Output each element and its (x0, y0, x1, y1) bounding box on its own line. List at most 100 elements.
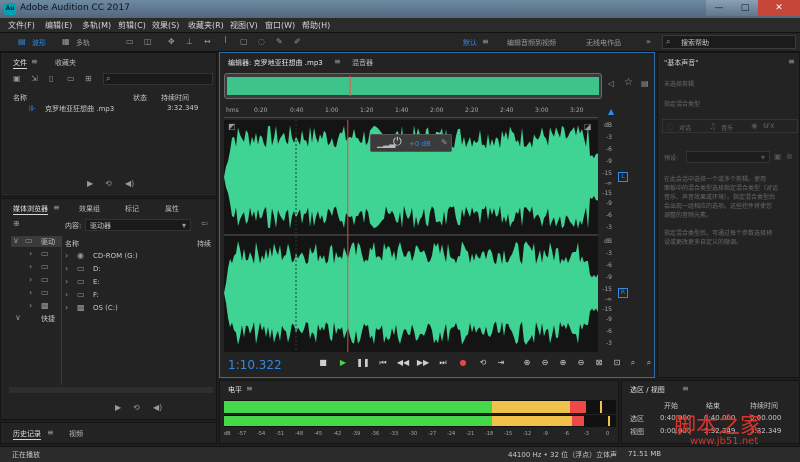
close-file-icon[interactable]: ▭ (67, 74, 75, 84)
close-button[interactable]: ✕ (758, 0, 800, 16)
selection-view-title[interactable]: 选区 / 视图 (630, 385, 665, 395)
play-icon[interactable]: ▶ (115, 403, 121, 413)
list-item[interactable]: › ▭ E: (63, 277, 213, 289)
category-sfx[interactable]: SFX (763, 123, 774, 130)
chevron-right-icon[interactable]: › (29, 288, 32, 298)
level-meter-title[interactable]: 电平 (228, 385, 242, 395)
menu-favorites[interactable]: 收藏夹(R) (188, 20, 224, 31)
rewind-button[interactable]: ◀◀ (396, 357, 410, 369)
record-button[interactable]: ● (456, 357, 470, 369)
files-search-input[interactable]: ⌕ (103, 73, 213, 85)
spot-healing-icon[interactable]: ✐ (294, 37, 301, 47)
zoom-to-selection-icon[interactable]: ◁ (608, 79, 614, 89)
zoom-out-time-icon[interactable]: ⊖ (574, 357, 588, 369)
brush-tool-icon[interactable]: ✎ (276, 37, 283, 47)
loop-icon[interactable]: ⟲ (105, 179, 112, 189)
category-dialogue[interactable]: 对话 (679, 123, 691, 132)
spectral-display-icon[interactable]: ▭ (126, 37, 134, 47)
save-preset-icon[interactable]: ▣ (774, 152, 782, 162)
tab-effects-rack[interactable]: 效果组 (79, 204, 100, 214)
menu-clip[interactable]: 剪辑(C) (118, 20, 146, 31)
zoom-out-full-icon[interactable]: ⊠ (592, 357, 606, 369)
channel-left-toggle[interactable]: L (618, 172, 628, 182)
column-duration[interactable]: 持续时间 (161, 93, 189, 103)
loop-playback-button[interactable]: ⟲ (476, 357, 490, 369)
play-icon[interactable]: ▶ (87, 179, 93, 189)
search-help-box[interactable]: ⌕ 搜索帮助 (662, 35, 796, 49)
pitch-display-icon[interactable]: ◫ (144, 37, 152, 47)
zoom-out-amplitude-icon[interactable]: ⊖ (538, 357, 552, 369)
pause-button[interactable]: ❚❚ (356, 357, 370, 369)
open-file-icon[interactable]: ▣ (13, 74, 21, 84)
tree-label-shortcuts[interactable]: 快捷 (41, 314, 55, 324)
chevron-right-icon[interactable]: › (29, 275, 32, 285)
workspace-edit-audio-to-video[interactable]: 编辑音频到视频 (507, 38, 556, 48)
insert-icon[interactable]: ⊞ (85, 74, 92, 84)
workspace-radio-production[interactable]: 无线电作品 (586, 38, 621, 48)
razor-tool-icon[interactable]: ⊥ (186, 37, 193, 47)
maximize-button[interactable]: □ (732, 0, 758, 16)
move-to-previous-button[interactable]: ⏮ (376, 357, 390, 369)
volume-knob-icon[interactable]: ⏻ (393, 136, 402, 147)
essential-sound-title[interactable]: "基本声音" (664, 58, 698, 68)
tab-favorites[interactable]: 收藏夹 (55, 58, 76, 68)
minimize-button[interactable]: — (706, 0, 732, 16)
panel-menu-icon[interactable]: ≡ (788, 57, 795, 67)
favorite-star-icon[interactable]: ☆ (624, 78, 633, 88)
ruler-settings-icon[interactable]: ▲ (608, 107, 614, 117)
autoplay-icon[interactable]: ◀) (153, 403, 162, 413)
workspace-overflow-icon[interactable]: » (646, 37, 651, 47)
hud-volume[interactable]: ▁▂▃ ⏻ +0 dB ✎ (370, 134, 452, 152)
content-dropdown[interactable]: 驱动器 ▾ (85, 219, 191, 231)
stop-button[interactable]: ■ (316, 357, 330, 369)
column-name[interactable]: 名称 (65, 239, 79, 249)
multitrack-view-button[interactable]: 多轨 (76, 38, 90, 48)
list-item[interactable]: › ◉ CD-ROM (G:) (63, 251, 213, 263)
loop-icon[interactable]: ⟲ (133, 403, 140, 413)
workspace-default[interactable]: 默认 (463, 38, 477, 48)
new-file-icon[interactable]: ▯ (49, 74, 53, 84)
add-shortcut-icon[interactable]: ⊕ (13, 219, 20, 229)
workspace-menu-icon[interactable]: ≡ (482, 37, 489, 47)
waveform-view-icon[interactable]: ▤ (18, 37, 26, 47)
history-panel-menu-icon[interactable]: ≡ (47, 428, 54, 438)
files-panel-menu-icon[interactable]: ≡ (31, 57, 38, 67)
marquee-tool-icon[interactable]: ▢ (240, 37, 248, 47)
back-arrow-icon[interactable]: ⇦ (201, 219, 208, 229)
level-panel-menu-icon[interactable]: ≡ (246, 384, 253, 394)
media-panel-menu-icon[interactable]: ≡ (53, 203, 60, 213)
tab-mixer[interactable]: 混音器 (352, 58, 373, 68)
lasso-tool-icon[interactable]: ◌ (258, 37, 265, 47)
horizontal-scrollbar[interactable] (9, 387, 213, 393)
chevron-right-icon[interactable]: › (29, 249, 32, 259)
tab-media-browser[interactable]: 媒体浏览器 (13, 204, 48, 215)
list-item[interactable]: › ▩ OS (C:) (63, 303, 213, 315)
delete-preset-icon[interactable]: ⊗ (786, 152, 793, 162)
menu-help[interactable]: 帮助(H) (302, 20, 330, 31)
tree-item-drives[interactable]: ∨ ▭ 驱动 (11, 236, 61, 247)
meters-toggle-icon[interactable]: ▤ (641, 79, 649, 89)
selection-panel-menu-icon[interactable]: ≡ (682, 384, 689, 394)
category-music[interactable]: 音乐 (721, 123, 733, 132)
hud-gain-value[interactable]: +0 dB (409, 140, 431, 148)
preset-dropdown[interactable]: ▾ (686, 151, 770, 163)
zoom-in-amplitude-icon[interactable]: ⊕ (520, 357, 534, 369)
tab-markers[interactable]: 标记 (125, 204, 139, 214)
play-button[interactable]: ▶ (336, 357, 350, 369)
tab-editor[interactable]: 编辑器: 克罗地亚狂想曲 .mp3 (228, 58, 323, 68)
overview-navigator[interactable] (224, 73, 602, 99)
menu-effects[interactable]: 效果(S) (152, 20, 179, 31)
time-ruler[interactable]: hms 0:20 0:40 1:00 1:20 1:40 2:00 2:20 2… (224, 106, 598, 118)
fast-forward-button[interactable]: ▶▶ (416, 357, 430, 369)
menu-file[interactable]: 文件(F) (8, 20, 35, 31)
tab-files[interactable]: 文件 (13, 58, 27, 69)
column-duration[interactable]: 持续 (197, 239, 211, 249)
slip-tool-icon[interactable]: ↔ (204, 37, 211, 47)
waveform-display[interactable]: ◩ ◪ ▁▂▃ ⏻ +0 dB ✎ (224, 120, 598, 352)
tab-properties[interactable]: 属性 (165, 204, 179, 214)
column-name[interactable]: 名称 (13, 93, 27, 103)
tab-history[interactable]: 历史记录 (13, 429, 41, 440)
pin-icon[interactable]: ✎ (441, 138, 448, 148)
waveform-view-button[interactable]: 波形 (32, 38, 46, 48)
zoom-in-time-icon[interactable]: ⊕ (556, 357, 570, 369)
